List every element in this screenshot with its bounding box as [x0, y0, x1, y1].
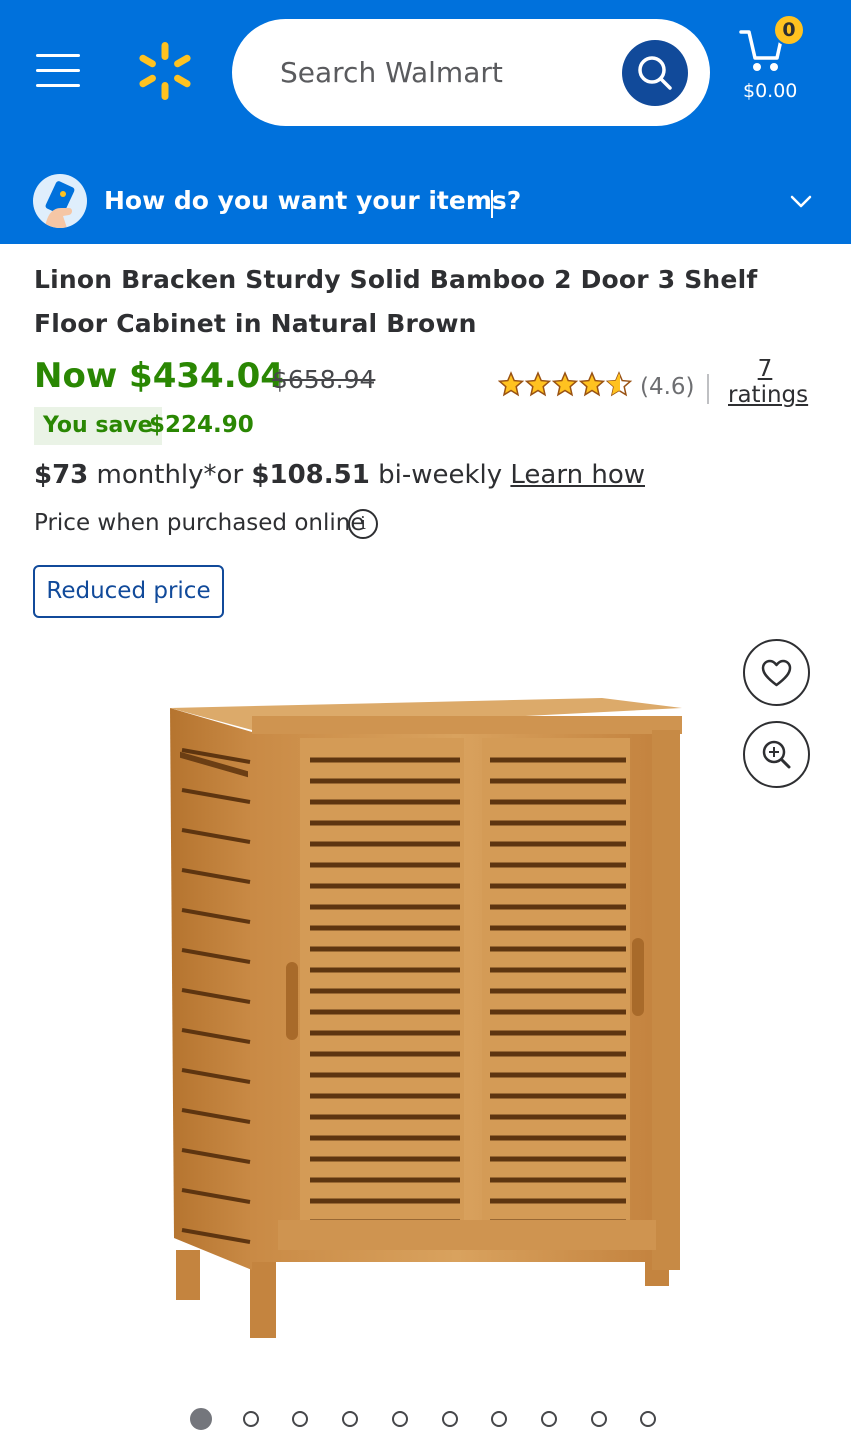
top-header: 0 $0.00: [0, 0, 851, 150]
search-button[interactable]: [622, 40, 688, 106]
search-bar: [232, 19, 710, 126]
fulfillment-prompt: How do you want your items?: [104, 186, 522, 215]
cart-count-badge: 0: [773, 14, 805, 46]
star-rating: [498, 372, 632, 396]
carousel-dot[interactable]: [242, 1411, 259, 1427]
favorite-button[interactable]: [743, 639, 810, 706]
heart-icon: [761, 659, 792, 687]
hamburger-menu-icon[interactable]: [36, 54, 80, 90]
carousel-dot[interactable]: [342, 1411, 359, 1427]
cart-button[interactable]: 0 $0.00: [737, 14, 809, 114]
zoom-button[interactable]: [743, 721, 810, 788]
carousel-dot[interactable]: [491, 1411, 508, 1427]
carousel-dot[interactable]: [540, 1411, 557, 1427]
monthly-label: monthly*or: [96, 460, 244, 490]
save-amount: $224.90: [149, 412, 254, 438]
financing-line: $73 monthly*or $108.51 bi-weekly Learn h…: [34, 460, 645, 490]
phone-hand-icon: [33, 174, 87, 228]
carousel-dot[interactable]: [640, 1411, 657, 1427]
ratings-count: 7: [757, 356, 773, 382]
carousel-dot[interactable]: [190, 1408, 212, 1430]
walmart-spark-logo[interactable]: [134, 40, 196, 102]
divider: [491, 190, 493, 218]
ratings-link[interactable]: 7 ratings: [728, 356, 809, 408]
price-note: Price when purchased online: [34, 510, 365, 536]
fulfillment-selector[interactable]: How do you want your items?: [0, 150, 851, 244]
product-title: Linon Bracken Sturdy Solid Bamboo 2 Door…: [34, 265, 758, 338]
chevron-down-icon[interactable]: [788, 188, 814, 214]
cart-total: $0.00: [743, 80, 798, 102]
carousel-dot[interactable]: [292, 1411, 309, 1427]
original-price: $658.94: [272, 365, 376, 394]
reduced-price-badge: Reduced price: [33, 565, 224, 618]
current-price: Now $434.04: [34, 356, 284, 396]
search-icon: [638, 56, 672, 90]
rating-value: (4.6): [640, 374, 695, 400]
search-input[interactable]: [280, 49, 600, 95]
divider: [707, 374, 709, 404]
monthly-amount: $73: [34, 460, 89, 490]
you-save-badge: You save: [34, 407, 162, 445]
carousel-dot[interactable]: [590, 1411, 607, 1427]
zoom-in-icon: [762, 740, 791, 769]
product-image[interactable]: [160, 690, 690, 1350]
carousel-dot[interactable]: [441, 1411, 458, 1427]
info-icon[interactable]: i: [348, 509, 378, 539]
biweekly-amount: $108.51: [251, 460, 370, 490]
carousel-dot[interactable]: [391, 1411, 408, 1427]
ratings-label: ratings: [728, 382, 809, 408]
biweekly-label: bi-weekly: [378, 460, 503, 490]
learn-how-link[interactable]: Learn how: [510, 460, 645, 490]
